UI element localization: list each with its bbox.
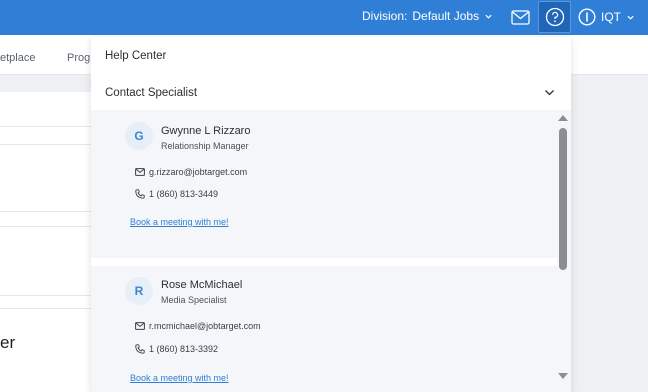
question-circle-icon <box>545 7 564 27</box>
contact-phone: 1 (860) 813-3449 <box>149 189 219 199</box>
scrollbar-thumb[interactable] <box>559 128 567 270</box>
phone-icon <box>135 344 145 354</box>
contact-email: r.mcmichael@jobtarget.com <box>149 321 261 331</box>
contact-phone-row[interactable]: 1 (860) 813-3392 <box>135 344 218 354</box>
chevron-down-icon[interactable] <box>544 88 555 97</box>
division-selector[interactable]: Division: Default Jobs <box>362 9 493 23</box>
phone-icon <box>135 189 145 199</box>
contact-name: Gwynne L Rizzaro <box>161 125 251 137</box>
contacts-list: G Gwynne L Rizzaro Relationship Manager … <box>91 110 571 392</box>
chevron-down-icon <box>485 14 492 19</box>
chevron-down-icon <box>627 15 634 20</box>
contact-specialist-toggle[interactable]: Contact Specialist <box>105 87 197 99</box>
contact-role: Relationship Manager <box>161 141 249 151</box>
user-label: IQT <box>601 10 621 24</box>
avatar: R <box>125 277 153 305</box>
division-value: Default Jobs <box>412 9 480 23</box>
avatar: G <box>125 122 153 150</box>
contact-phone: 1 (860) 813-3392 <box>149 344 219 354</box>
contact-phone-row[interactable]: 1 (860) 813-3449 <box>135 189 218 199</box>
divider <box>91 258 557 266</box>
contact-name: Rose McMichael <box>161 279 243 291</box>
contact-card: R Rose McMichael Media Specialist r.mcmi… <box>91 266 557 392</box>
envelope-icon <box>510 9 530 25</box>
envelope-icon <box>135 322 145 330</box>
user-menu[interactable]: IQT <box>578 8 635 26</box>
contact-role: Media Specialist <box>161 295 227 305</box>
division-label: Division: <box>362 9 408 23</box>
book-meeting-link[interactable]: Book a meeting with me! <box>130 217 229 227</box>
scroll-down-arrow-icon[interactable] <box>558 373 568 379</box>
nav-item-programs[interactable]: Prog <box>67 52 90 64</box>
top-bar: Division: Default Jobs IQT <box>0 0 648 35</box>
scroll-up-arrow-icon[interactable] <box>558 115 568 121</box>
contact-card: G Gwynne L Rizzaro Relationship Manager … <box>91 110 557 258</box>
nav-item-marketplace[interactable]: etplace <box>0 52 35 64</box>
help-button[interactable] <box>538 1 571 33</box>
book-meeting-link[interactable]: Book a meeting with me! <box>130 373 229 383</box>
contact-email: g.rizzaro@jobtarget.com <box>149 167 248 177</box>
envelope-icon <box>135 168 145 176</box>
help-dropdown: Help Center Contact Specialist G Gwynne … <box>91 37 571 392</box>
contact-email-row[interactable]: r.mcmichael@jobtarget.com <box>135 321 261 331</box>
help-center-link[interactable]: Help Center <box>105 50 166 62</box>
section-heading: er <box>0 333 16 352</box>
contact-email-row[interactable]: g.rizzaro@jobtarget.com <box>135 167 247 177</box>
info-circle-icon <box>578 8 596 26</box>
messages-button[interactable] <box>508 6 532 28</box>
